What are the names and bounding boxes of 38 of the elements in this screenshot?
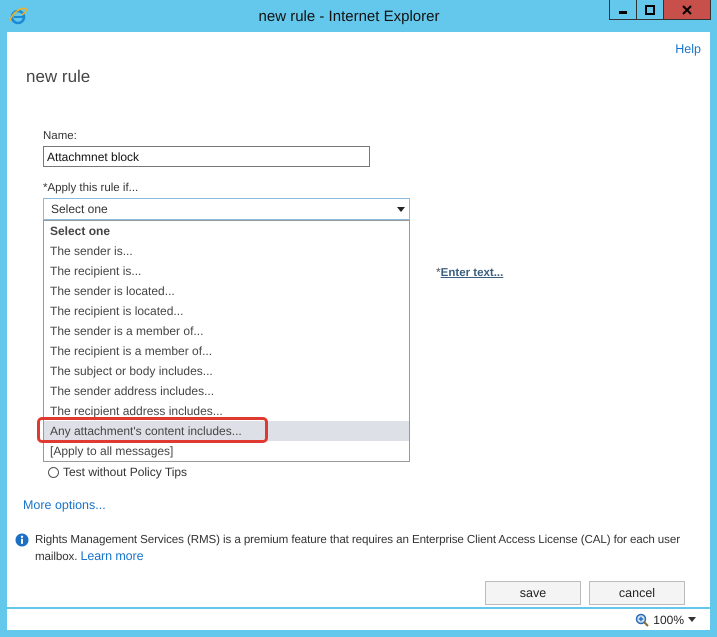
browser-logo-icon: [8, 6, 28, 26]
more-options-link[interactable]: More options...: [23, 498, 106, 512]
zoom-icon: [635, 612, 650, 626]
dropdown-option[interactable]: The recipient is...: [44, 261, 409, 281]
maximize-icon: [645, 4, 655, 14]
dropdown-option[interactable]: The recipient is located...: [44, 301, 409, 321]
dropdown-option[interactable]: The sender address includes...: [44, 381, 409, 401]
zoom-level[interactable]: 100%: [653, 612, 684, 626]
close-button[interactable]: [663, 0, 711, 20]
page-heading: new rule: [26, 66, 92, 88]
dropdown-option[interactable]: The sender is...: [44, 241, 409, 261]
info-text: Rights Management Services (RMS) is a premium feature that requires an Enterprise Client Access License (CAL) for each user mailbox. Learn more: [35, 532, 681, 565]
radio-label: Test without Policy Tips: [63, 465, 188, 479]
condition-label: *Apply this rule if...: [43, 181, 140, 195]
help-link[interactable]: Help: [675, 42, 701, 56]
minimize-icon: [619, 11, 627, 14]
radio-button[interactable]: [48, 466, 59, 478]
caret-icon: [397, 206, 405, 212]
dropdown-option[interactable]: Select one: [44, 221, 409, 241]
enter-text-link[interactable]: Enter text...: [440, 267, 504, 279]
minimize-button[interactable]: [609, 0, 637, 20]
learn-more-link[interactable]: Learn more: [80, 549, 144, 563]
window-title: new rule - Internet Explorer: [258, 8, 440, 24]
dropdown-option[interactable]: The recipient is a member of...: [44, 341, 409, 361]
dropdown-option[interactable]: The sender is a member of...: [44, 321, 409, 341]
dropdown-option[interactable]: The subject or body includes...: [44, 361, 409, 381]
dialog-button[interactable]: save: [485, 581, 581, 605]
dialog-button[interactable]: cancel: [589, 581, 685, 605]
caret-icon[interactable]: [688, 617, 696, 622]
info-icon: [15, 533, 29, 547]
name-label: Name:: [43, 129, 78, 143]
close-icon: [682, 4, 692, 14]
condition-dropdown[interactable]: Select one: [43, 198, 410, 220]
required-mark: *: [436, 265, 441, 279]
name-input-field[interactable]: Attachmnet block: [43, 146, 370, 167]
dropdown-option[interactable]: The sender is located...: [44, 281, 409, 301]
dropdown-option[interactable]: The recipient address includes...: [44, 401, 409, 421]
dropdown-option[interactable]: [Apply to all messages]: [44, 441, 409, 461]
